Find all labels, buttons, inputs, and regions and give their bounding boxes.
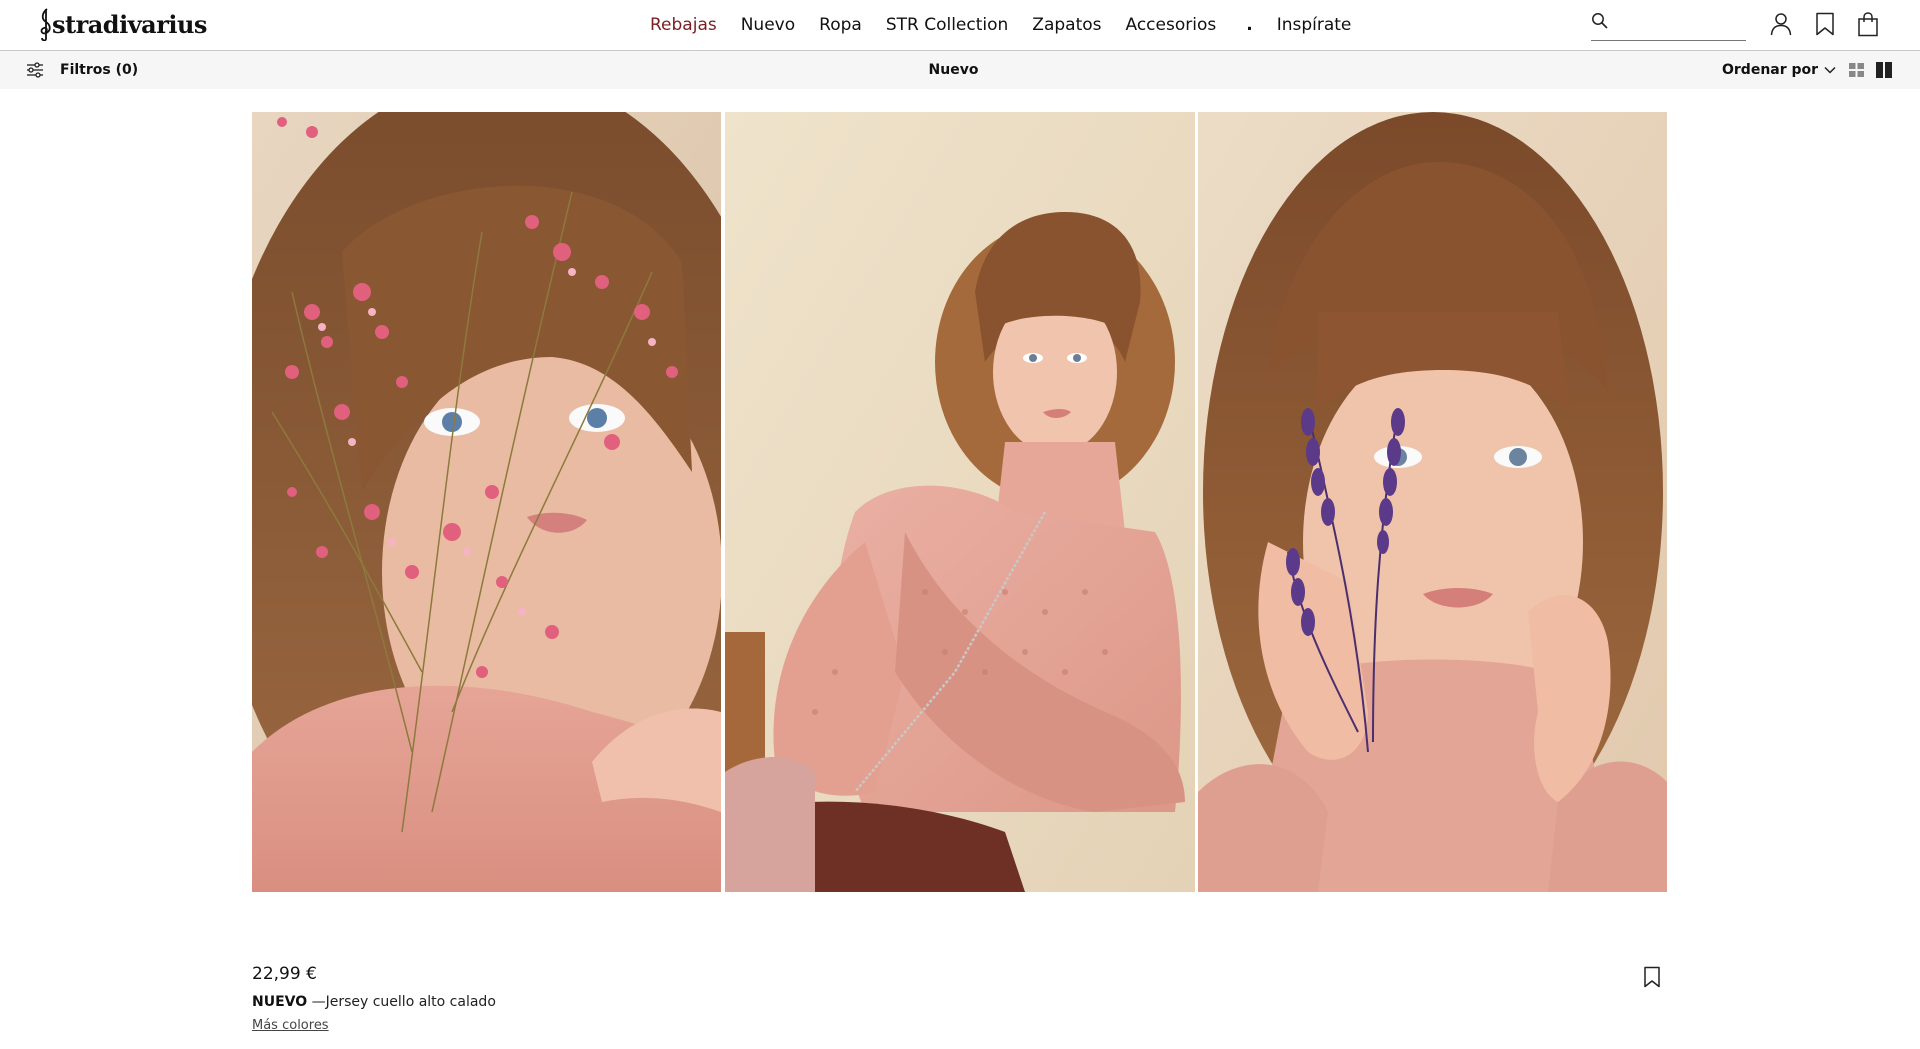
- filter-sliders-icon: [27, 62, 43, 78]
- bookmark-icon[interactable]: [1642, 966, 1662, 988]
- product-image-lavender[interactable]: [1198, 112, 1667, 892]
- sort-dropdown[interactable]: Ordenar por: [1722, 58, 1836, 82]
- stradivarius-logo[interactable]: stradivarius: [38, 6, 207, 42]
- nav-item-inspirate[interactable]: Inspírate: [1277, 15, 1352, 35]
- nav-item-str-collection[interactable]: STR Collection: [886, 15, 1008, 35]
- search-icon: [1592, 13, 1608, 29]
- product-image-flowers[interactable]: [252, 112, 721, 892]
- chevron-down-icon: [1824, 66, 1836, 74]
- nav-item-accesorios[interactable]: Accesorios: [1126, 15, 1217, 35]
- product-info: 22,99 € NUEVO —Jersey cuello alto calado…: [252, 964, 1667, 1044]
- search-input[interactable]: [1615, 12, 1743, 36]
- grid-view-icon[interactable]: [1848, 61, 1866, 79]
- cart-button[interactable]: [1854, 10, 1882, 38]
- account-button[interactable]: [1767, 10, 1795, 38]
- filters-label: Filtros (0): [60, 62, 139, 78]
- search-box[interactable]: [1591, 10, 1746, 41]
- product-gallery: [252, 112, 1667, 892]
- nav-item-zapatos[interactable]: Zapatos: [1032, 15, 1101, 35]
- nav-item-nuevo[interactable]: Nuevo: [741, 15, 795, 35]
- user-icon: [1770, 13, 1792, 36]
- category-title: Nuevo: [928, 62, 979, 78]
- product-name: Jersey cuello alto calado: [325, 994, 496, 1010]
- wishlist-button[interactable]: [1811, 10, 1839, 38]
- logo-text: stradivarius: [52, 9, 207, 39]
- nav-item-rebajas[interactable]: Rebajas: [650, 15, 717, 35]
- column-view-icon[interactable]: [1875, 61, 1893, 79]
- product-price: 22,99 €: [252, 964, 317, 984]
- name-separator: —: [307, 994, 326, 1010]
- nav-separator: .: [1246, 15, 1253, 35]
- sort-label: Ordenar por: [1722, 62, 1819, 78]
- main-navigation: Rebajas Nuevo Ropa STR Collection Zapato…: [650, 0, 1375, 50]
- bookmark-icon: [1816, 12, 1834, 36]
- product-name-line[interactable]: NUEVO —Jersey cuello alto calado: [252, 994, 496, 1010]
- filter-bar: Nuevo Filtros (0) Ordenar por: [0, 51, 1920, 89]
- top-header: stradivarius Rebajas Nuevo Ropa STR Coll…: [0, 0, 1920, 51]
- nav-item-ropa[interactable]: Ropa: [819, 15, 862, 35]
- more-colors-link[interactable]: Más colores: [252, 1018, 329, 1033]
- product-image-seated[interactable]: [725, 112, 1195, 892]
- new-badge: NUEVO: [252, 994, 308, 1010]
- filters-button[interactable]: Filtros (0): [26, 58, 138, 82]
- shopping-bag-icon: [1858, 11, 1878, 36]
